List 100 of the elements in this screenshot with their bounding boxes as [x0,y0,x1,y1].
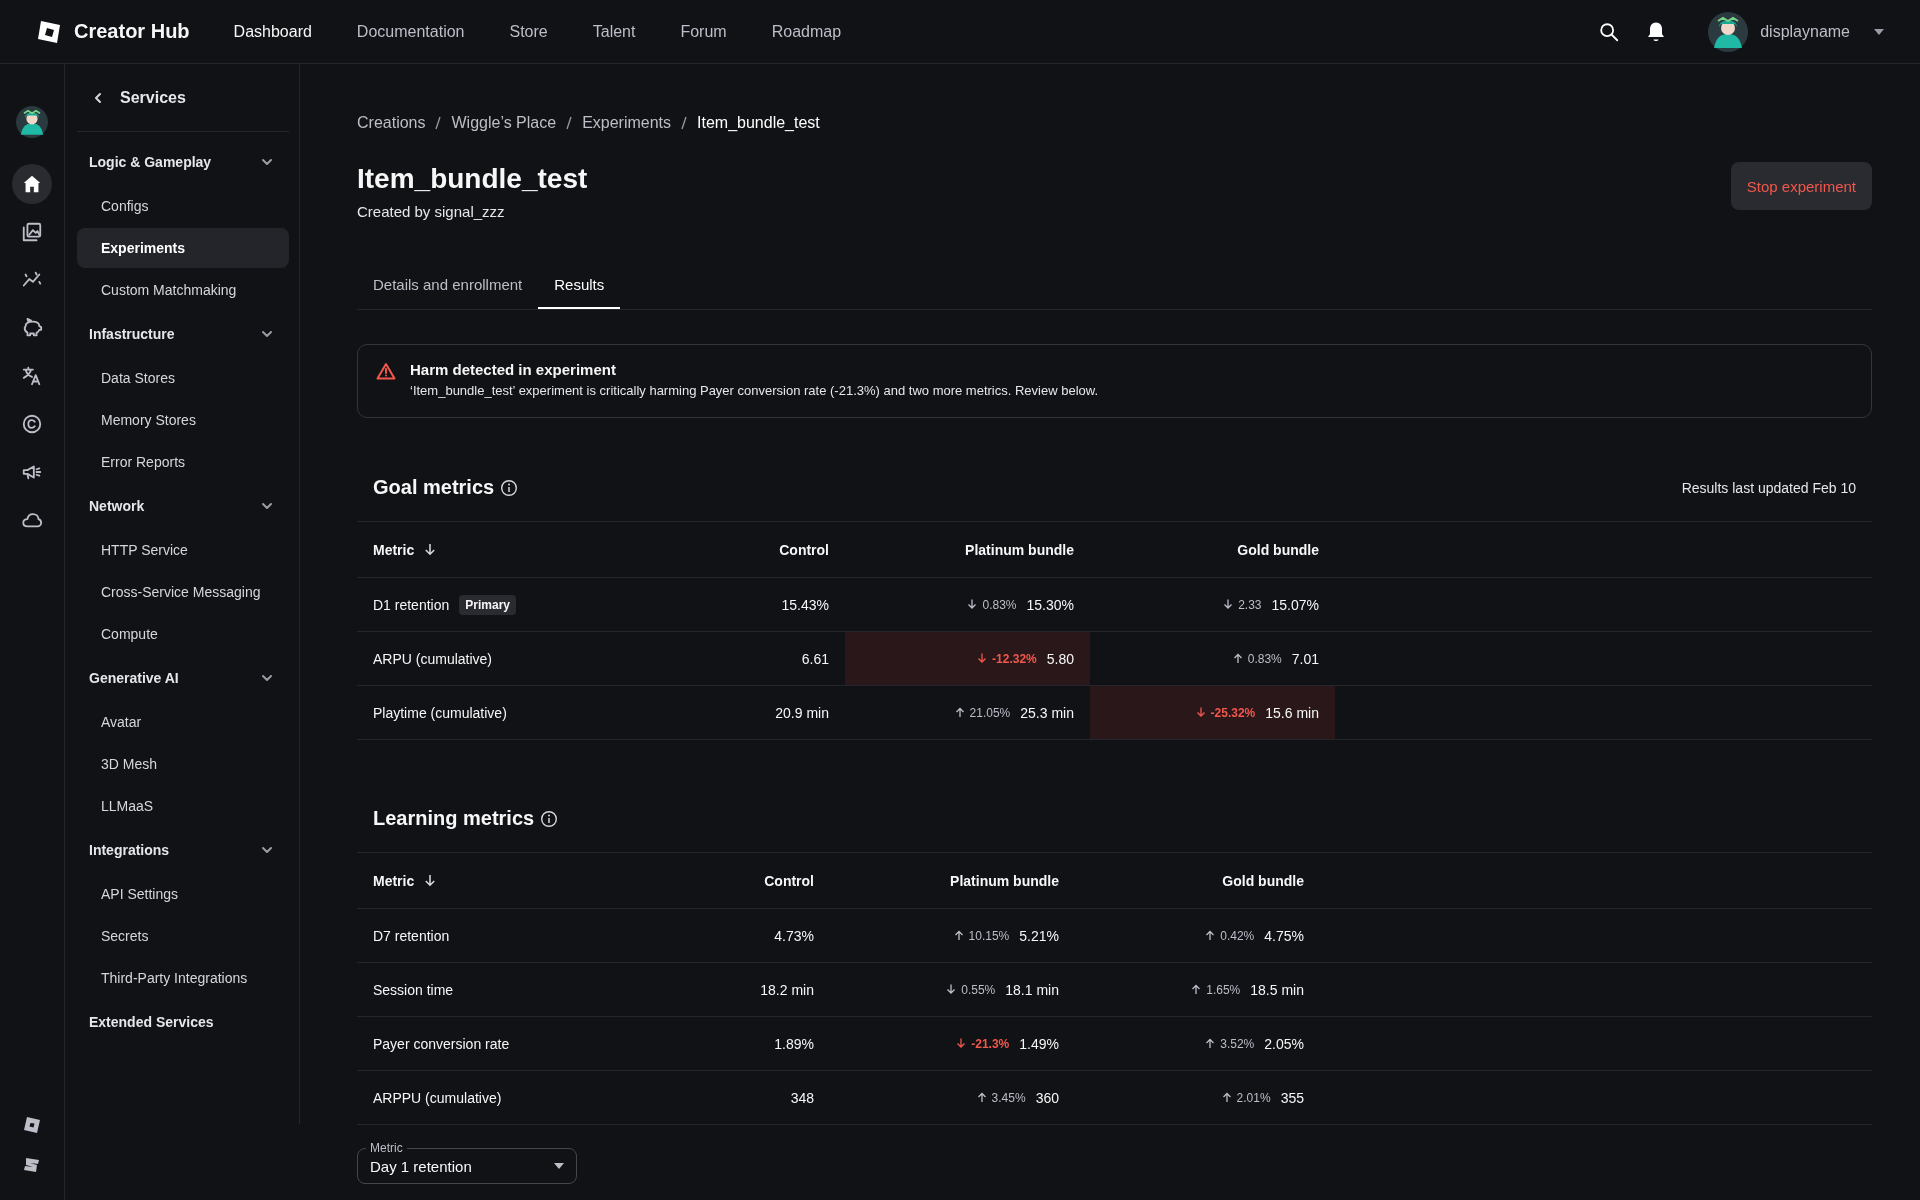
chevron-down-icon [261,328,273,340]
caret-down-icon[interactable] [1874,28,1884,35]
back-chevron-icon[interactable] [94,91,102,104]
sidebar-item[interactable]: LLMaaS [77,786,289,826]
sidebar-item[interactable]: Cross-Service Messaging [77,572,289,612]
arrow-down-icon [1223,599,1234,610]
delta-change: 0.83% [1232,651,1282,666]
rail-button[interactable] [12,164,52,204]
sidebar-item[interactable]: Custom Matchmaking [77,270,289,310]
copyright-icon [21,413,43,435]
alert-message: ‘Item_bundle_test’ experiment is critically harming Payer conversion rate (-21.3%) and two more metrics. Review below. [410,383,1099,398]
breadcrumb-link[interactable]: Item_bundle_test [697,114,820,132]
metric-dropdown[interactable]: Metric Day 1 retention [357,1141,577,1184]
arrow-up-icon [953,930,964,941]
sidebar-item[interactable]: API Settings [77,874,289,914]
sort-arrow-icon[interactable] [424,873,437,888]
table-cell: 7.01 [1291,650,1319,667]
sidebar-link[interactable]: Extended Services [77,1000,289,1044]
breadcrumb-link[interactable]: Creations [357,114,426,132]
table-cell: 1.49% [1019,1035,1059,1052]
sidebar-item[interactable]: Secrets [77,916,289,956]
breadcrumb-separator [434,115,443,131]
sidebar-title: Services [120,88,186,107]
nav-link[interactable]: Talent [592,22,636,41]
delta-change: 0.83% [967,597,1017,612]
nav-link[interactable]: Dashboard [233,22,312,41]
metric-name: ARPU (cumulative) [373,650,493,667]
sidebar-item[interactable]: Avatar [77,702,289,742]
arrow-down-icon [956,1038,967,1049]
table-cell: 18.2 min [760,981,814,998]
primary-tag: Primary [459,594,516,615]
table-cell: 25.3 min [1020,704,1074,721]
chevron-down-icon [261,672,273,684]
sidebar-item[interactable]: Data Stores [77,358,289,398]
sidebar-item[interactable]: Experiments [77,228,289,268]
delta-change: 3.52% [1205,1036,1255,1051]
profile-avatar[interactable] [16,106,48,138]
sidebar-group-header[interactable]: Generative AI [77,656,289,700]
arrow-up-icon [1205,1038,1216,1049]
nav-link[interactable]: Store [509,22,548,41]
sidebar-item[interactable]: Error Reports [77,442,289,482]
table-cell: 5.21% [1019,927,1059,944]
column-header[interactable]: Metric [373,872,415,889]
sidebar-group-header[interactable]: Network [77,484,289,528]
square-logo-icon[interactable] [23,1116,41,1134]
section-title: Learning metrics [373,807,535,830]
table-cell: 2.05% [1264,1035,1304,1052]
gallery-icon [21,221,43,243]
table-cell: 6.61 [801,650,829,667]
sidebar-item[interactable]: Memory Stores [77,400,289,440]
sidebar-item[interactable]: Third-Party Integrations [77,958,289,998]
arrow-down-icon [946,984,957,995]
arrow-up-icon [1205,930,1216,941]
sidebar-item[interactable]: Configs [77,186,289,226]
logo-mark-icon[interactable] [23,1156,41,1174]
metric-name: ARPPU (cumulative) [373,1089,502,1106]
created-by-text: Created by signal_zzz [357,202,506,222]
tab[interactable]: Results [538,262,621,309]
column-header: Platinum bundle [950,872,1059,889]
delta-change: 1.65% [1191,982,1241,997]
sidebar-item[interactable]: HTTP Service [77,530,289,570]
table-cell: 4.73% [774,927,814,944]
user-avatar[interactable] [1708,11,1749,52]
column-header[interactable]: Metric [373,541,415,558]
table-cell: 18.1 min [1005,981,1059,998]
bell-icon[interactable] [1646,20,1667,43]
logo-text[interactable]: Creator Hub [74,20,190,43]
sidebar-group-header[interactable]: Infastructure [77,312,289,356]
metric-name: D1 retention [373,596,450,613]
sidebar-item[interactable]: 3D Mesh [77,744,289,784]
info-icon[interactable] [500,478,519,497]
username[interactable]: displayname [1760,22,1850,41]
metric-name: D7 retention [373,927,450,944]
breadcrumb-link[interactable]: Wiggle’s Place [451,114,557,132]
delta-change: 10.15% [953,928,1010,943]
nav-link[interactable]: Forum [680,22,727,41]
sidebar-item[interactable]: Compute [77,614,289,654]
table-cell: 15.30% [1026,596,1074,613]
tab[interactable]: Details and enrollment [357,262,539,309]
nav-link[interactable]: Documentation [356,22,465,41]
stop-experiment-button[interactable]: Stop experiment [1730,162,1872,210]
home-icon [21,173,43,195]
logo-icon[interactable] [36,18,62,45]
alert-title: Harm detected in experiment [410,361,617,378]
chevron-down-icon [261,844,273,856]
table-cell: 20.9 min [775,704,829,721]
info-icon[interactable] [540,809,559,828]
delta-change: -12.32% [977,651,1037,666]
chevron-down-icon [261,500,273,512]
column-header: Control [764,872,814,889]
column-header: Control [779,541,829,558]
search-icon[interactable] [1598,20,1621,43]
sidebar-group-header[interactable]: Integrations [77,828,289,872]
translate-icon [21,365,43,387]
nav-link[interactable]: Roadmap [771,22,842,41]
breadcrumb-link[interactable]: Experiments [582,114,672,132]
sort-arrow-icon[interactable] [424,542,437,557]
arrow-down-icon [977,653,988,664]
section-title: Goal metrics [373,476,495,499]
sidebar-group-header[interactable]: Logic & Gameplay [77,140,289,184]
